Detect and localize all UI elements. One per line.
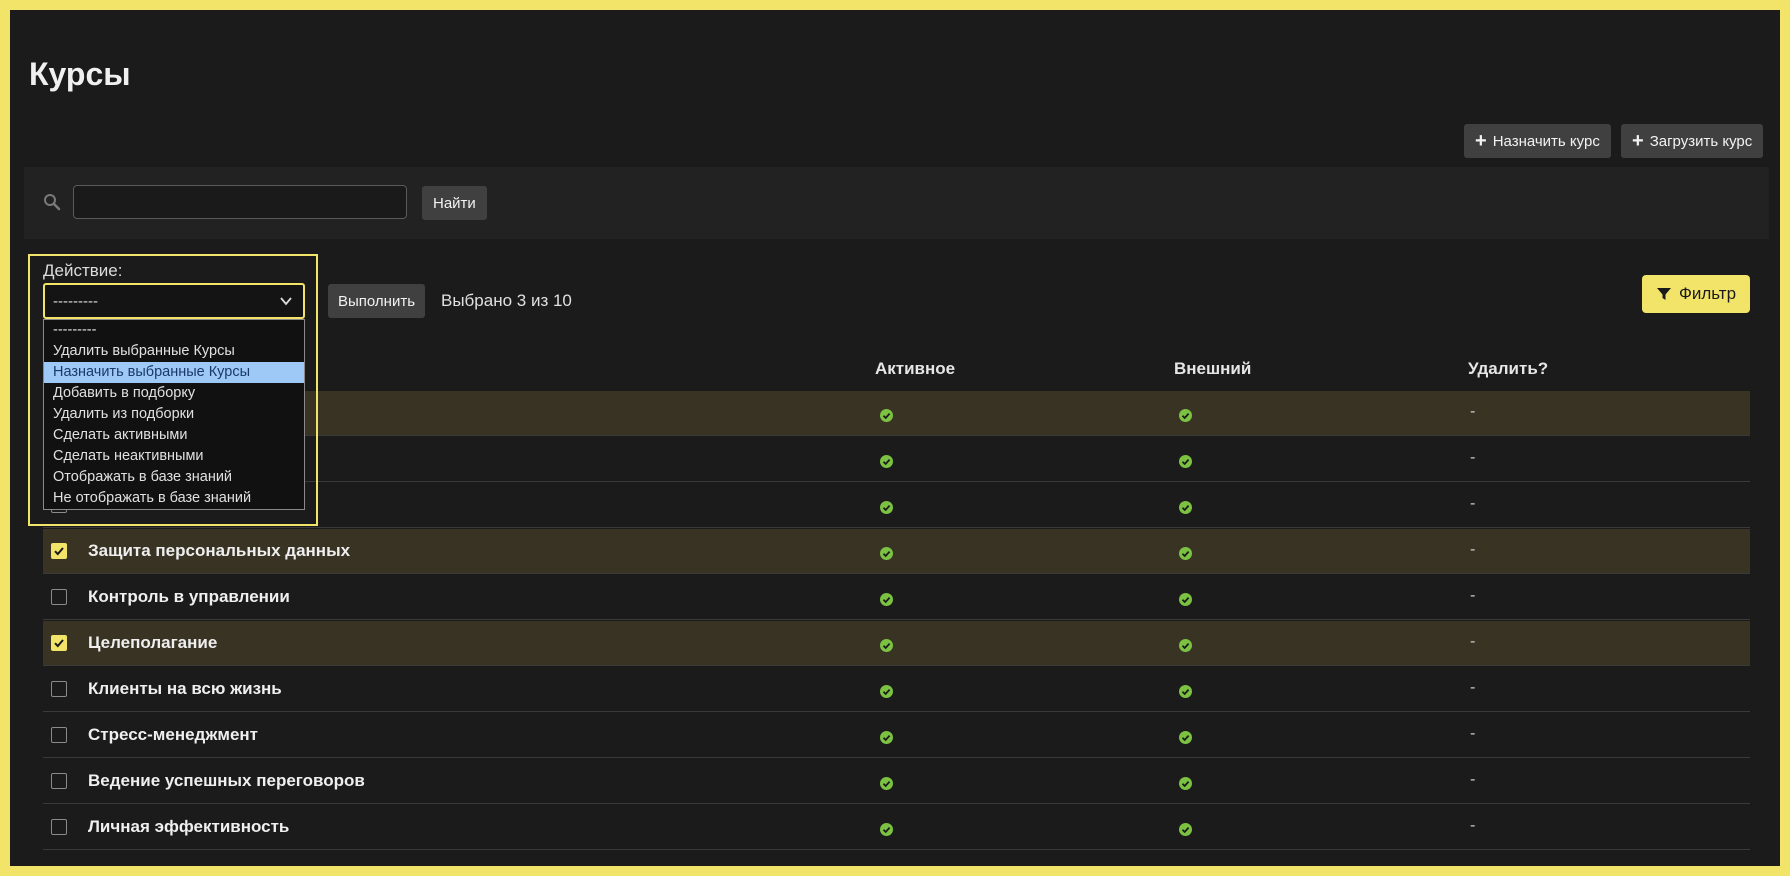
external-check-icon — [1179, 545, 1192, 560]
delete-value: - — [1470, 724, 1476, 742]
action-option[interactable]: Назначить выбранные Курсы — [44, 362, 304, 383]
active-check-icon — [880, 545, 893, 560]
course-name-link[interactable]: Стресс-менеджмент — [88, 725, 258, 745]
action-option[interactable]: --------- — [44, 320, 304, 341]
external-check-icon — [1179, 637, 1192, 652]
external-check-icon — [1179, 775, 1192, 790]
external-check-icon — [1179, 683, 1192, 698]
column-header-active[interactable]: Активное — [875, 359, 955, 379]
table-row: Контроль в управлении - — [43, 575, 1750, 620]
action-option[interactable]: Отображать в базе знаний — [44, 467, 304, 488]
active-check-icon — [880, 775, 893, 790]
external-check-icon — [1179, 499, 1192, 514]
action-option[interactable]: Добавить в подборку — [44, 383, 304, 404]
table-row: Целеполагание - — [43, 621, 1750, 666]
course-name-link[interactable]: Ведение успешных переговоров — [88, 771, 365, 791]
active-check-icon — [880, 821, 893, 836]
upload-course-button[interactable]: + Загрузить курс — [1621, 124, 1764, 158]
action-option[interactable]: Сделать неактивными — [44, 446, 304, 467]
search-input[interactable] — [73, 185, 407, 219]
action-option[interactable]: Удалить выбранные Курсы — [44, 341, 304, 362]
course-name-link[interactable]: Личная эффективность — [88, 817, 289, 837]
delete-value: - — [1470, 770, 1476, 788]
external-check-icon — [1179, 821, 1192, 836]
active-check-icon — [880, 407, 893, 422]
active-check-icon — [880, 637, 893, 652]
column-header-external[interactable]: Внешний — [1174, 359, 1251, 379]
course-name-link[interactable]: Целеполагание — [88, 633, 217, 653]
assign-course-button[interactable]: + Назначить курс — [1464, 124, 1611, 158]
row-checkbox[interactable] — [51, 681, 67, 697]
delete-value: - — [1470, 494, 1476, 512]
action-option[interactable]: Удалить из подборки — [44, 404, 304, 425]
table-row: Защита персональных данных - — [43, 529, 1750, 574]
delete-value: - — [1470, 448, 1476, 466]
filter-icon — [1656, 288, 1671, 300]
row-checkbox[interactable] — [51, 543, 67, 559]
run-action-button[interactable]: Выполнить — [328, 284, 426, 318]
plus-icon: + — [1475, 130, 1487, 152]
delete-value: - — [1470, 632, 1476, 650]
filter-label: Фильтр — [1678, 284, 1737, 303]
course-name-link[interactable]: Клиенты на всю жизнь — [88, 679, 282, 699]
action-option[interactable]: Не отображать в базе знаний — [44, 488, 304, 509]
upload-course-label: Загрузить курс — [1649, 132, 1753, 150]
table-row: Клиенты на всю жизнь - — [43, 667, 1750, 712]
action-select[interactable]: --------- — [43, 283, 305, 319]
active-check-icon — [880, 453, 893, 468]
delete-value: - — [1470, 678, 1476, 696]
row-checkbox[interactable] — [51, 727, 67, 743]
action-label: Действие: — [43, 261, 123, 280]
external-check-icon — [1179, 729, 1192, 744]
active-check-icon — [880, 729, 893, 744]
table-row: Личная эффективность - — [43, 805, 1750, 850]
delete-value: - — [1470, 540, 1476, 558]
delete-value: - — [1470, 402, 1476, 420]
filter-button[interactable]: Фильтр — [1642, 275, 1750, 313]
assign-course-label: Назначить курс — [1492, 132, 1600, 150]
external-check-icon — [1179, 453, 1192, 468]
external-check-icon — [1179, 407, 1192, 422]
selected-count: Выбрано 3 из 10 — [441, 291, 572, 310]
page-title: Курсы — [29, 56, 131, 92]
search-icon — [44, 194, 61, 211]
delete-value: - — [1470, 816, 1476, 834]
course-name-link[interactable]: Контроль в управлении — [88, 587, 290, 607]
row-checkbox[interactable] — [51, 635, 67, 651]
active-check-icon — [880, 683, 893, 698]
active-check-icon — [880, 499, 893, 514]
external-check-icon — [1179, 591, 1192, 606]
delete-value: - — [1470, 586, 1476, 604]
course-name-link[interactable]: Защита персональных данных — [88, 541, 350, 561]
active-check-icon — [880, 591, 893, 606]
action-select-value: --------- — [53, 292, 98, 310]
search-button[interactable]: Найти — [422, 186, 487, 220]
table-row: Ведение успешных переговоров - — [43, 759, 1750, 804]
action-option[interactable]: Сделать активными — [44, 425, 304, 446]
column-header-delete: Удалить? — [1468, 359, 1549, 378]
chevron-down-icon — [280, 297, 292, 306]
row-checkbox[interactable] — [51, 819, 67, 835]
row-checkbox[interactable] — [51, 589, 67, 605]
action-dropdown-list: --------- Удалить выбранные Курсы Назначит… — [43, 319, 305, 510]
table-row: Стресс-менеджмент - — [43, 713, 1750, 758]
search-bar: Найти — [24, 167, 1769, 239]
row-checkbox[interactable] — [51, 773, 67, 789]
plus-icon: + — [1632, 130, 1644, 152]
